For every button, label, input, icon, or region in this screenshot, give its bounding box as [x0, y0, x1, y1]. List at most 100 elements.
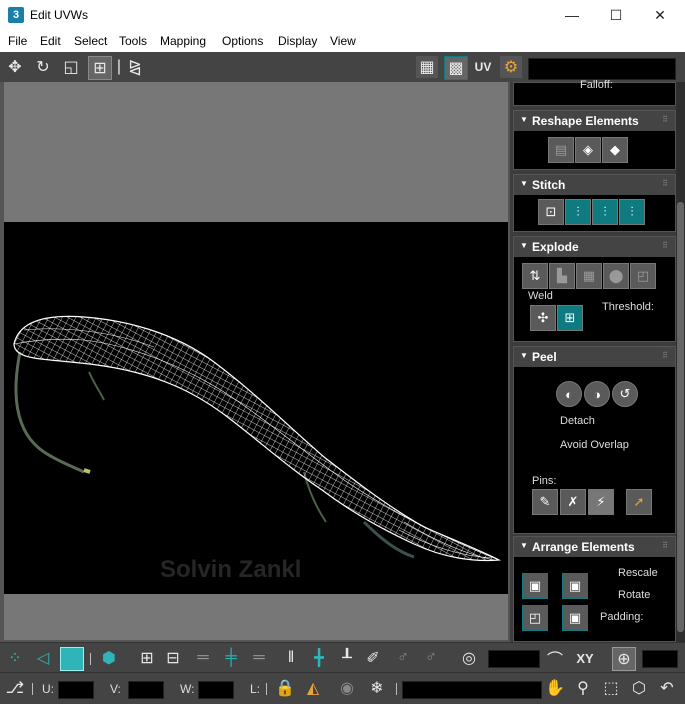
edge-select-icon[interactable]: ◁	[32, 647, 54, 669]
scrollbar-thumb[interactable]	[677, 202, 684, 632]
menu-view[interactable]: View	[330, 34, 356, 48]
v-label: V:	[110, 682, 121, 696]
snap-icon[interactable]: ↶	[656, 677, 678, 699]
explode-header[interactable]: ▼ Explode ⠿	[514, 237, 675, 257]
menu-select[interactable]: Select	[74, 34, 107, 48]
xy-toggle-button[interactable]: XY	[574, 647, 596, 669]
menu-mapping[interactable]: Mapping	[160, 34, 206, 48]
scale-icon[interactable]: ◱	[60, 56, 82, 78]
arrange-title: Arrange Elements	[532, 540, 635, 554]
pack-normalize-icon[interactable]: ▣	[562, 573, 588, 599]
w-field[interactable]	[198, 681, 234, 699]
checker-pattern-icon[interactable]: ▦	[416, 56, 438, 78]
settings-gear-icon[interactable]: ⚙	[500, 56, 522, 78]
grow-select-icon[interactable]: ⊞	[136, 647, 158, 669]
absolute-relative-icon[interactable]: ⎇	[4, 677, 26, 699]
selection-filter-field[interactable]	[402, 681, 542, 699]
pack-custom-icon[interactable]: ▣	[522, 573, 548, 599]
freeform-icon[interactable]: ⊞	[88, 56, 112, 80]
select-pins-icon[interactable]: ➚	[626, 489, 652, 515]
face-select-icon[interactable]	[60, 647, 84, 671]
menu-edit[interactable]: Edit	[40, 34, 61, 48]
quick-peel-icon[interactable]: ◐	[556, 381, 582, 407]
unpin-icon[interactable]: ✗	[560, 489, 586, 515]
explode-to-elements-icon[interactable]: ▙	[549, 263, 575, 289]
world-space-icon[interactable]: ⊕	[612, 647, 636, 671]
shrink-select-icon[interactable]: ⊟	[162, 647, 184, 669]
reset-peel-icon[interactable]: ↺	[612, 381, 638, 407]
paint-grow-icon[interactable]: ♂	[392, 647, 414, 669]
hide-eye-icon[interactable]: ◭	[302, 677, 324, 699]
separator	[266, 683, 267, 695]
falloff-curve-icon[interactable]: ⌒	[544, 647, 566, 669]
stitch-average-icon[interactable]: ⫶	[592, 199, 618, 225]
rescale-checkbox-label[interactable]: Rescale	[618, 567, 658, 579]
pack-together-icon[interactable]: ◰	[522, 605, 548, 631]
relax-icon[interactable]: ◈	[575, 137, 601, 163]
peel-mode-icon[interactable]: ◑	[584, 381, 610, 407]
toolbar-separator-icon: |	[116, 58, 122, 75]
vertex-select-icon[interactable]: ⁘	[4, 647, 26, 669]
break-by-material-icon[interactable]: ⬤	[603, 263, 629, 289]
minimize-button[interactable]: —	[552, 4, 592, 26]
menu-display[interactable]: Display	[278, 34, 317, 48]
paint-select-icon[interactable]: ✐	[362, 647, 384, 669]
uv-editor-canvas[interactable]	[4, 222, 508, 594]
pack-settings-icon[interactable]: ▣	[562, 605, 588, 631]
falloff-value-field[interactable]	[488, 650, 540, 668]
close-button[interactable]: ✕	[640, 4, 680, 26]
pan-hand-icon[interactable]: ✋	[544, 677, 566, 699]
break-icon[interactable]: ⇅	[522, 263, 548, 289]
zoom-icon[interactable]: ⚲	[572, 677, 594, 699]
pins-label: Pins:	[532, 475, 557, 487]
rotate-checkbox-label[interactable]: Rotate	[618, 589, 650, 601]
paint-shrink-icon[interactable]: ♂	[420, 647, 442, 669]
uv-toggle-button[interactable]: UV	[472, 56, 494, 78]
zoom-extents-icon[interactable]: ⬡	[628, 677, 650, 699]
freeze-snowflake-icon[interactable]: ❄	[366, 677, 388, 699]
texture-dropdown[interactable]	[528, 58, 676, 80]
reshape-header[interactable]: ▼ Reshape Elements ⠿	[514, 111, 675, 131]
loop-shrink-icon[interactable]: ═	[248, 647, 270, 669]
panel-scrollbar[interactable]	[676, 82, 685, 642]
maximize-button[interactable]: ☐	[596, 4, 636, 26]
straighten-icon[interactable]: ▤	[548, 137, 574, 163]
flatten-icon[interactable]: ▦	[576, 263, 602, 289]
threshold-label: Threshold:	[602, 301, 654, 313]
loop-select-icon[interactable]: ═	[192, 647, 214, 669]
relax-settings-icon[interactable]: ◆	[602, 137, 628, 163]
soft-selection-icon[interactable]: ◎	[458, 647, 480, 669]
auto-pin-icon[interactable]: ⚡	[588, 489, 614, 515]
menu-file[interactable]: File	[8, 34, 27, 48]
ring-shrink-icon[interactable]: ┸	[336, 647, 358, 669]
weld-target-icon[interactable]: ⊞	[557, 305, 583, 331]
mirror-icon[interactable]: ⧎	[124, 56, 146, 78]
rotate-icon[interactable]: ↻	[32, 56, 54, 78]
ring-select-icon[interactable]: ‖	[280, 647, 302, 669]
menu-options[interactable]: Options	[222, 34, 263, 48]
menu-tools[interactable]: Tools	[119, 34, 147, 48]
stitch-custom-icon[interactable]: ⊡	[538, 199, 564, 225]
break-by-smoothing-icon[interactable]: ◰	[630, 263, 656, 289]
pin-icon[interactable]: ✎	[532, 489, 558, 515]
u-field[interactable]	[58, 681, 94, 699]
detach-checkbox-label[interactable]: Detach	[560, 415, 595, 427]
move-icon[interactable]: ✥	[4, 56, 26, 78]
uv-viewport[interactable]: Solvin Zankl	[0, 82, 510, 642]
loop-grow-icon[interactable]: ╪	[220, 647, 242, 669]
arrange-header[interactable]: ▼ Arrange Elements ⠿	[514, 537, 675, 557]
avoid-overlap-checkbox-label[interactable]: Avoid Overlap	[560, 439, 629, 451]
lock-icon[interactable]: 🔒	[274, 677, 296, 699]
ring-grow-icon[interactable]: ╋	[308, 647, 330, 669]
zoom-region-icon[interactable]: ⬚	[600, 677, 622, 699]
checker-texture-icon[interactable]: ▩	[444, 56, 468, 80]
weld-selected-icon[interactable]: ✣	[530, 305, 556, 331]
peel-header[interactable]: ▼ Peel ⠿	[514, 347, 675, 367]
stitch-source-icon[interactable]: ⫶	[565, 199, 591, 225]
stitch-header[interactable]: ▼ Stitch ⠿	[514, 175, 675, 195]
stitch-target-icon[interactable]: ⫶	[619, 199, 645, 225]
soft-value-field[interactable]	[642, 650, 678, 668]
element-select-icon[interactable]: ⬢	[98, 647, 120, 669]
v-field[interactable]	[128, 681, 164, 699]
show-eye-icon[interactable]: ◉	[336, 677, 358, 699]
